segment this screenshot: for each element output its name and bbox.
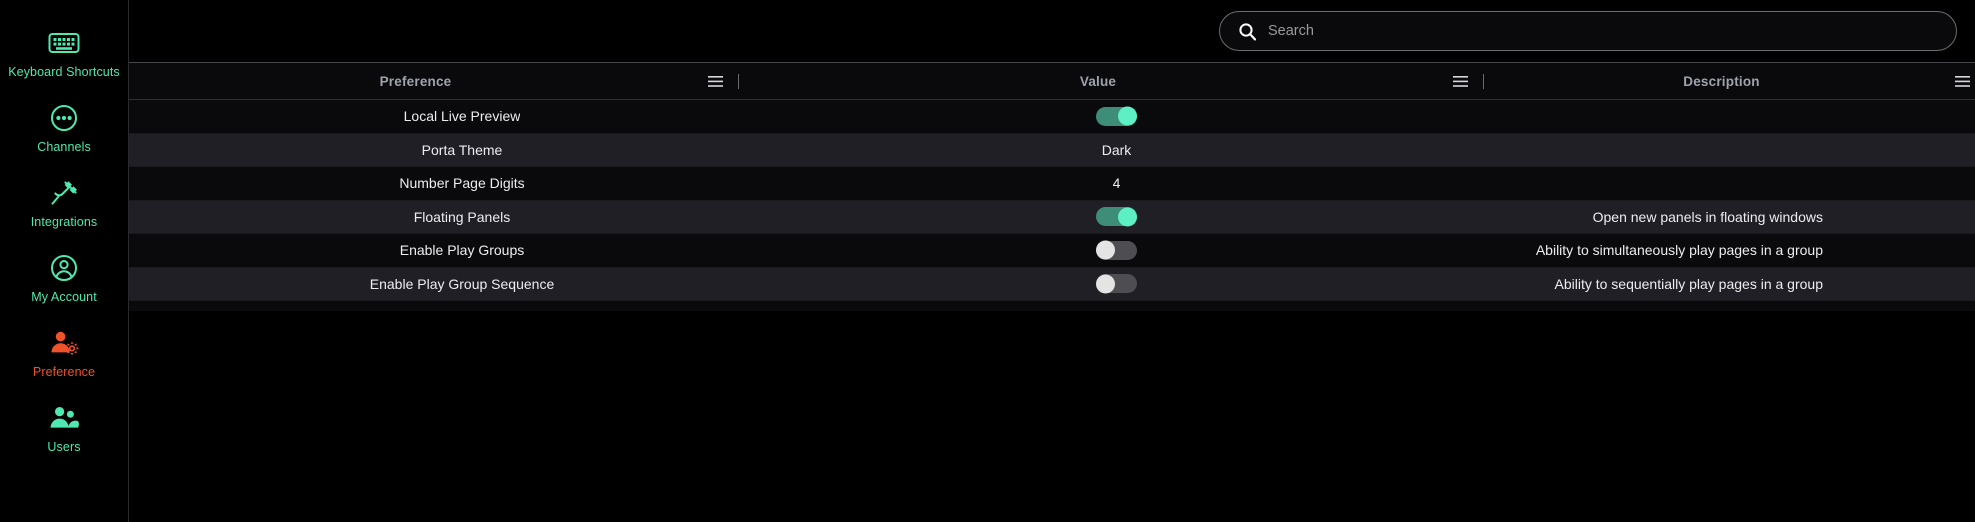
search-input[interactable] (1268, 23, 1938, 39)
cell-preference-description (1494, 100, 1975, 133)
column-header-value: Value (749, 63, 1494, 99)
preference-name-text: Number Page Digits (399, 175, 525, 192)
cell-preference-name: Number Page Digits (129, 167, 749, 200)
cell-preference-name: Local Live Preview (129, 100, 749, 133)
column-header-description: Description (1494, 63, 1975, 99)
cell-preference-description: Open new panels in floating windows (1494, 201, 1975, 234)
table-row[interactable]: Number Page Digits 4 (129, 167, 1975, 201)
cell-preference-value (749, 100, 1494, 133)
top-bar (129, 0, 1975, 62)
table-row[interactable]: Enable Play Group Sequence Ability to seq… (129, 267, 1975, 301)
table-row[interactable]: Local Live Preview (129, 100, 1975, 134)
cell-preference-description: Ability to simultaneously play pages in … (1494, 234, 1975, 267)
preference-toggle[interactable] (1096, 240, 1137, 260)
cell-preference-description: Default media manager source (1494, 301, 1975, 311)
sidebar-item-label: Channels (37, 140, 91, 154)
search-icon (1238, 22, 1257, 41)
preference-name-text: Local Live Preview (403, 108, 521, 125)
table-empty-space (129, 311, 1975, 522)
sidebar-item-integrations[interactable]: Integrations (0, 176, 128, 229)
cell-preference-name: Floating Panels (129, 201, 749, 234)
preference-value-text: Dark (1101, 141, 1132, 158)
table-row[interactable]: Porta Theme Dark (129, 133, 1975, 167)
sidebar: Keyboard Shortcuts Channels Integrations My… (0, 0, 129, 522)
toggle-knob (1096, 274, 1115, 294)
preference-description-text: Ability to sequentially play pages in a … (1554, 275, 1823, 292)
sidebar-item-label: Preference (32, 365, 96, 379)
sidebar-item-label: My Account (31, 290, 97, 304)
toggle-knob (1118, 207, 1137, 227)
cell-preference-description: Ability to sequentially play pages in a … (1494, 268, 1975, 301)
sidebar-item-label: Users (47, 440, 81, 454)
preference-name-text: Porta Theme (421, 141, 503, 158)
preference-toggle[interactable] (1096, 207, 1137, 227)
hamburger-menu-icon-value[interactable] (1447, 63, 1473, 99)
column-divider[interactable] (1483, 73, 1484, 89)
toggle-knob (1096, 240, 1115, 260)
cell-preference-value (749, 234, 1494, 267)
preference-description-text: Ability to simultaneously play pages in … (1535, 242, 1823, 259)
column-header-preference: Preference (129, 63, 749, 99)
user-circle-icon (47, 251, 81, 285)
column-divider[interactable] (738, 73, 739, 89)
toggle-knob (1118, 106, 1137, 126)
integrations-icon (47, 176, 81, 210)
sidebar-item-users[interactable]: Users (0, 401, 128, 454)
main-content: Preference Value (129, 0, 1975, 522)
cell-preference-name: Enable Play Groups (129, 234, 749, 267)
cell-preference-name: Media Manager Source (129, 301, 749, 311)
cell-preference-description (1494, 167, 1975, 200)
table-row[interactable]: Floating Panels Open new panels in floati… (129, 200, 1975, 234)
user-gear-icon (47, 326, 81, 360)
cell-preference-value: Dark (749, 134, 1494, 167)
cell-preference-value: porta (749, 301, 1494, 311)
column-header-value-label: Value (1079, 73, 1117, 89)
sidebar-item-keyboard-shortcuts[interactable]: Keyboard Shortcuts (0, 26, 128, 79)
preference-toggle[interactable] (1096, 106, 1137, 126)
search-box[interactable] (1219, 11, 1957, 51)
table-header-row: Preference Value Description (129, 63, 1975, 100)
table-body: Local Live Preview Porta Theme Dark Number … (129, 100, 1975, 311)
preference-name-text: Enable Play Groups (399, 242, 525, 259)
channels-icon (47, 101, 81, 135)
preference-value-text: 4 (1112, 175, 1121, 192)
cell-preference-name: Porta Theme (129, 134, 749, 167)
keyboard-icon (47, 26, 81, 60)
users-icon (47, 401, 81, 435)
sidebar-item-preference[interactable]: Preference (0, 326, 128, 379)
sidebar-item-label: Integrations (30, 215, 98, 229)
preference-name-text: Enable Play Group Sequence (369, 275, 555, 292)
app-root: Keyboard Shortcuts Channels Integrations My… (0, 0, 1975, 522)
preference-description-text: Open new panels in floating windows (1592, 208, 1823, 225)
preference-toggle[interactable] (1096, 274, 1137, 294)
sidebar-item-channels[interactable]: Channels (0, 101, 128, 154)
cell-preference-value (749, 268, 1494, 301)
cell-preference-value: 4 (749, 167, 1494, 200)
cell-preference-name: Enable Play Group Sequence (129, 268, 749, 301)
preferences-table: Preference Value Description Local Live … (129, 62, 1975, 522)
cell-preference-value (749, 201, 1494, 234)
sidebar-item-label: Keyboard Shortcuts (8, 65, 120, 79)
hamburger-menu-icon-preference[interactable] (702, 63, 728, 99)
cell-preference-description (1494, 134, 1975, 167)
sidebar-item-my-account[interactable]: My Account (0, 251, 128, 304)
table-row[interactable]: Media Manager SourceportaDefault media m… (129, 301, 1975, 311)
hamburger-menu-icon-description[interactable] (1949, 63, 1975, 99)
table-row[interactable]: Enable Play Groups Ability to simultaneou… (129, 234, 1975, 268)
column-header-description-label: Description (1683, 73, 1760, 89)
column-header-preference-label: Preference (379, 73, 452, 89)
preference-name-text: Floating Panels (413, 208, 511, 225)
